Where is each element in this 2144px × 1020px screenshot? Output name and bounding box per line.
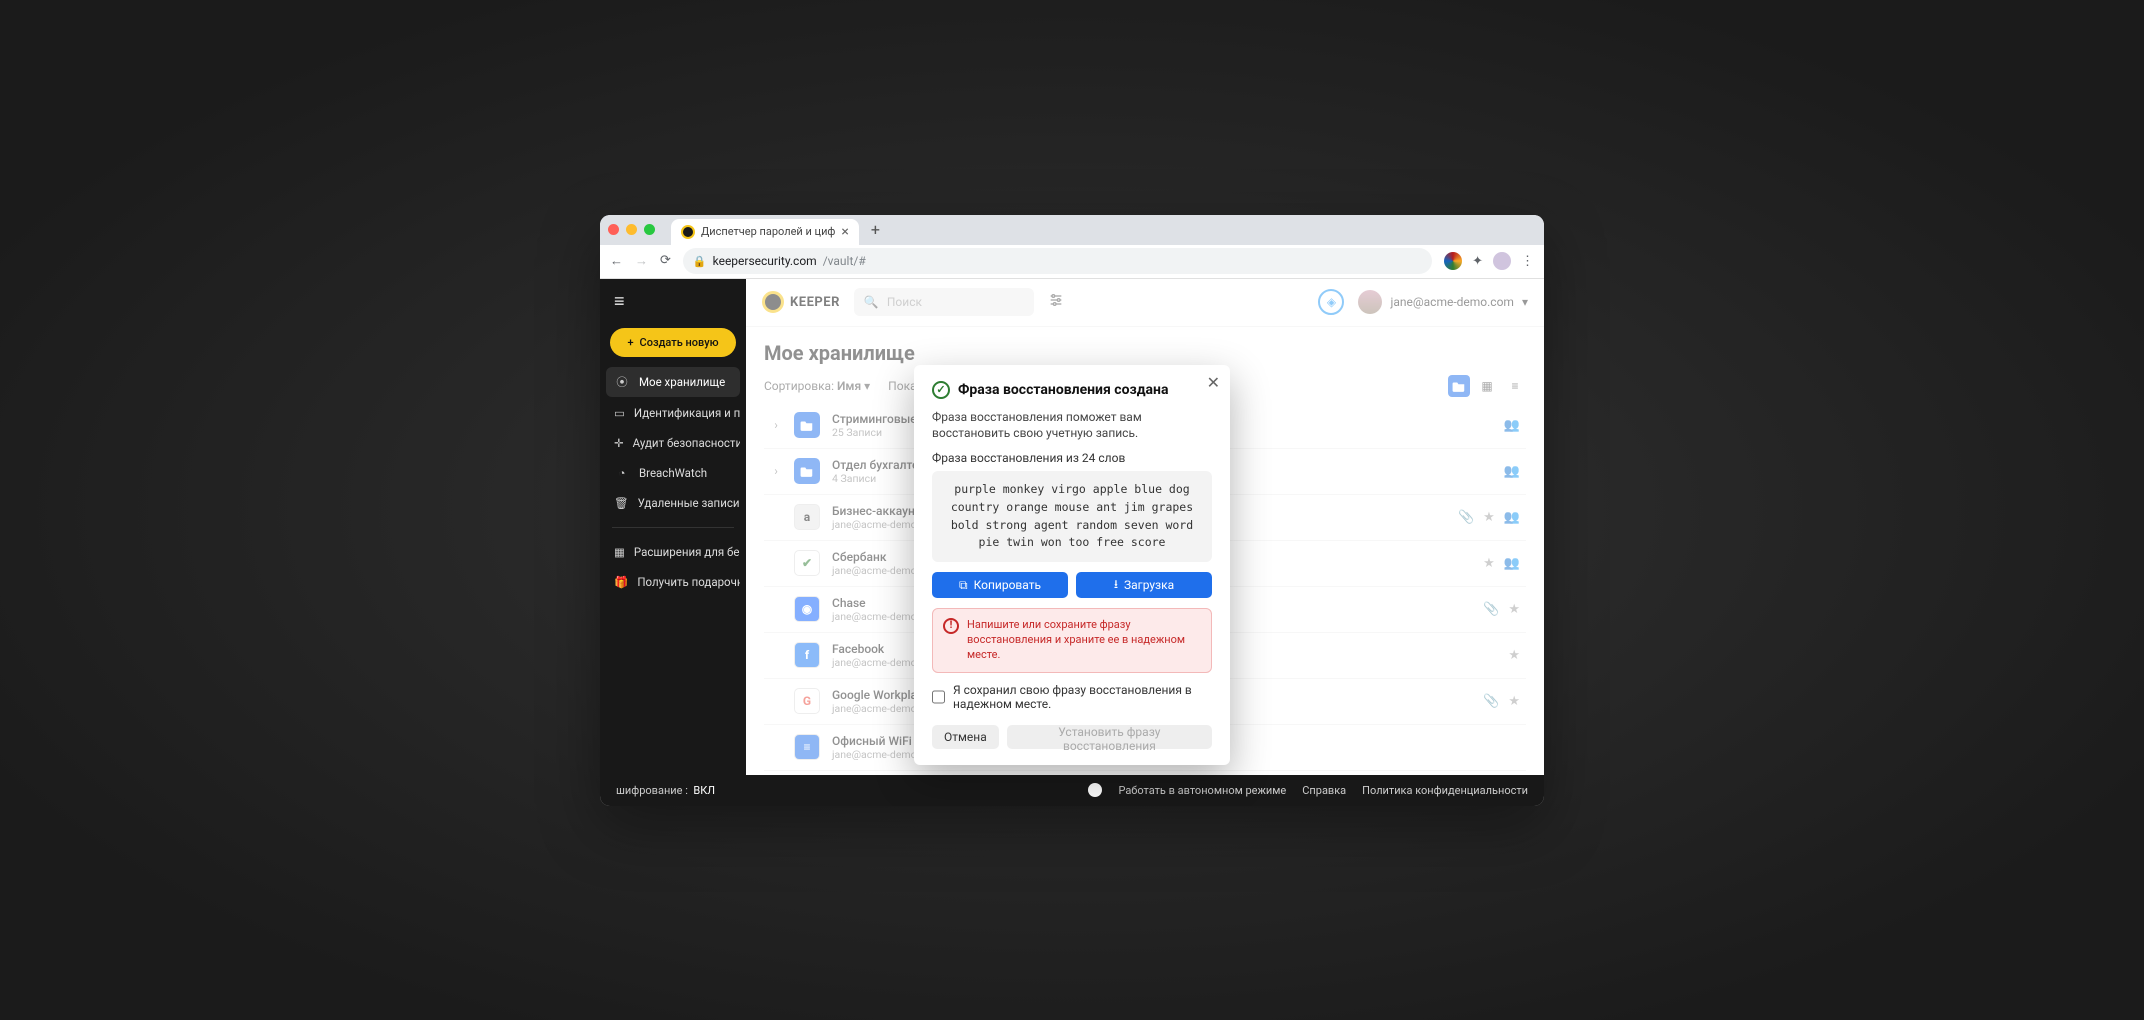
- minimize-window-icon[interactable]: [626, 224, 637, 235]
- sidebar-item-label: Мое хранилище: [639, 375, 725, 389]
- copy-button[interactable]: ⧉ Копировать: [932, 572, 1068, 598]
- sidebar-item-icon: ⦿: [614, 374, 630, 390]
- warning-banner: ! Напишите или сохраните фразу восстанов…: [932, 608, 1212, 673]
- sidebar: ≡ + Создать новую ⦿ Мое хранилище ▭ Идентиф…: [600, 279, 746, 775]
- extensions-menu-icon[interactable]: ✦: [1472, 254, 1483, 269]
- sidebar-item-2[interactable]: ✛ Аудит безопасности: [606, 429, 740, 457]
- offline-mode-link[interactable]: Работать в автономном режиме: [1118, 784, 1286, 797]
- favicon-icon: [681, 225, 695, 239]
- status-bar: шифрование : ВКЛ Работать в автономном р…: [600, 775, 1544, 806]
- sidebar-extra-1[interactable]: 🎁 Получить подарочн…: [606, 568, 740, 596]
- set-phrase-button[interactable]: Установить фразу восстановления: [1007, 725, 1212, 749]
- download-button[interactable]: ⭳ Загрузка: [1076, 572, 1212, 598]
- close-modal-button[interactable]: ✕: [1207, 373, 1220, 392]
- sidebar-item-4[interactable]: 🗑 Удаленные записи: [606, 489, 740, 517]
- browser-menu-icon[interactable]: ⋮: [1521, 254, 1534, 269]
- sidebar-item-icon: ▦: [614, 545, 625, 559]
- sidebar-item-icon: 🎁: [614, 575, 628, 589]
- sidebar-item-3[interactable]: ◔ BreachWatch: [606, 459, 740, 487]
- tab-bar: Диспетчер паролей и циф × +: [600, 215, 1544, 245]
- encryption-label: шифрование :: [616, 784, 688, 797]
- sidebar-item-icon: 🗑: [614, 496, 629, 510]
- hamburger-icon[interactable]: ≡: [600, 279, 746, 324]
- browser-tab[interactable]: Диспетчер паролей и циф ×: [671, 219, 859, 245]
- url-domain: keepersecurity.com: [713, 254, 817, 268]
- close-window-icon[interactable]: [608, 224, 619, 235]
- warning-icon: !: [943, 618, 959, 634]
- extension-icon[interactable]: [1444, 252, 1462, 270]
- sidebar-item-icon: ✛: [614, 436, 624, 450]
- browser-window: Диспетчер паролей и циф × + ← → ⟳ 🔒 keep…: [600, 215, 1544, 806]
- back-button[interactable]: ←: [610, 253, 623, 269]
- reload-button[interactable]: ⟳: [660, 253, 671, 269]
- sidebar-item-label: Аудит безопасности: [633, 436, 740, 450]
- sidebar-item-0[interactable]: ⦿ Мое хранилище: [606, 367, 740, 397]
- sidebar-item-label: Получить подарочн…: [637, 575, 740, 589]
- confirm-checkbox[interactable]: Я сохранил свою фразу восстановления в н…: [932, 683, 1212, 711]
- sidebar-item-label: Удаленные записи: [638, 496, 740, 510]
- download-icon: ⭳: [1114, 575, 1118, 596]
- confirm-checkbox-label: Я сохранил свою фразу восстановления в н…: [953, 683, 1212, 711]
- sidebar-item-1[interactable]: ▭ Идентификация и пл…: [606, 399, 740, 427]
- cancel-button[interactable]: Отмена: [932, 725, 999, 749]
- profile-avatar-icon[interactable]: [1493, 252, 1511, 270]
- copy-icon: ⧉: [959, 578, 968, 593]
- sidebar-item-label: Расширения для без…: [634, 545, 740, 559]
- create-new-button[interactable]: + Создать новую: [610, 328, 736, 357]
- sidebar-item-icon: ▭: [614, 406, 625, 420]
- new-tab-button[interactable]: +: [865, 220, 886, 239]
- browser-toolbar: ← → ⟳ 🔒 keepersecurity.com/vault/# ✦ ⋮: [600, 245, 1544, 279]
- tab-title: Диспетчер паролей и циф: [701, 225, 835, 238]
- sidebar-extra-0[interactable]: ▦ Расширения для без…: [606, 538, 740, 566]
- modal-title: ✓ Фраза восстановления создана: [932, 381, 1212, 399]
- confirm-checkbox-input[interactable]: [932, 690, 945, 704]
- recovery-phrase-box: purple monkey virgo apple blue dog count…: [932, 471, 1212, 562]
- create-new-label: Создать новую: [640, 336, 719, 349]
- url-path: /vault/#: [823, 254, 866, 268]
- privacy-link[interactable]: Политика конфиденциальности: [1362, 784, 1528, 797]
- sidebar-item-label: Идентификация и пл…: [634, 406, 740, 420]
- sidebar-item-label: BreachWatch: [639, 466, 707, 480]
- recovery-phrase-modal: ✕ ✓ Фраза восстановления создана Фраза в…: [914, 365, 1230, 765]
- encryption-value: ВКЛ: [693, 784, 715, 797]
- sync-icon[interactable]: [1088, 783, 1102, 797]
- address-bar[interactable]: 🔒 keepersecurity.com/vault/#: [683, 248, 1432, 274]
- lock-icon: 🔒: [693, 255, 707, 268]
- plus-icon: +: [627, 336, 633, 349]
- help-link[interactable]: Справка: [1302, 784, 1346, 797]
- sidebar-divider: [612, 527, 734, 528]
- modal-description: Фраза восстановления поможет вам восстан…: [932, 409, 1212, 441]
- nav-buttons: ← → ⟳: [610, 253, 671, 269]
- success-check-icon: ✓: [932, 381, 950, 399]
- forward-button[interactable]: →: [635, 253, 648, 269]
- close-tab-icon[interactable]: ×: [841, 224, 848, 240]
- window-controls: [608, 224, 655, 235]
- phrase-label: Фраза восстановления из 24 слов: [932, 451, 1212, 465]
- warning-text: Напишите или сохраните фразу восстановле…: [967, 618, 1201, 663]
- sidebar-item-icon: ◔: [614, 466, 630, 480]
- maximize-window-icon[interactable]: [644, 224, 655, 235]
